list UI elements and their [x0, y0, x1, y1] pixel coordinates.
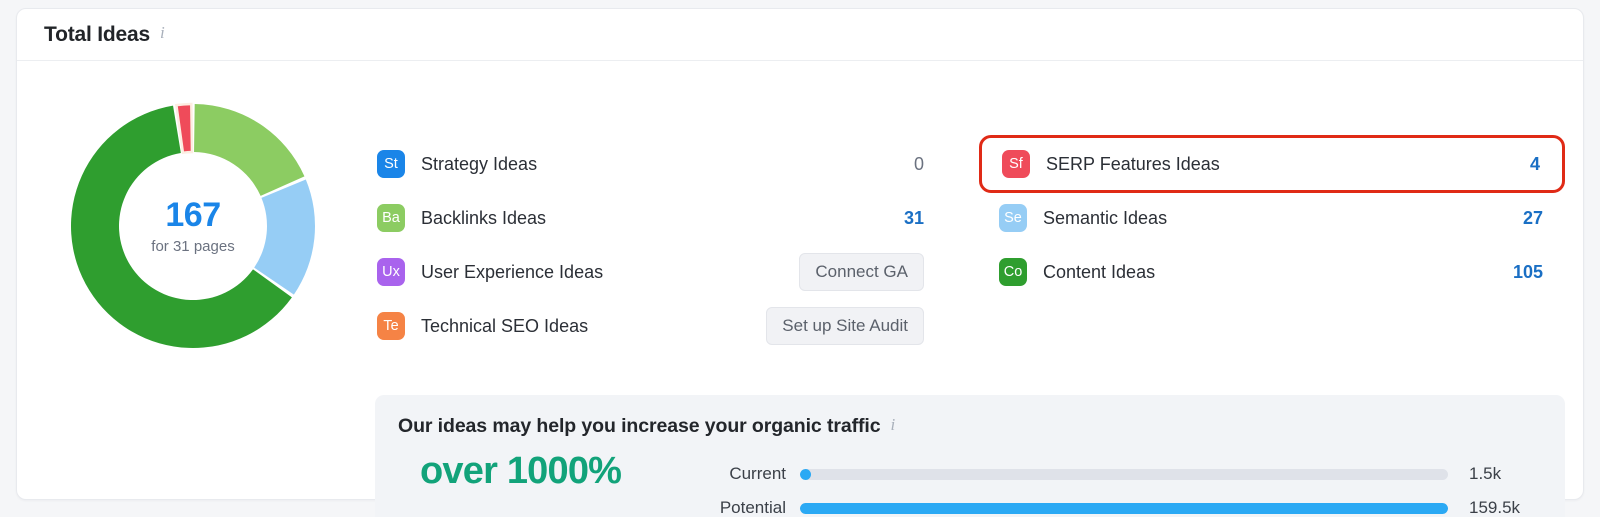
- traffic-bar-track: [800, 469, 1448, 480]
- traffic-bar-value: 159.5k: [1469, 498, 1520, 517]
- idea-label: Backlinks Ideas: [421, 208, 546, 229]
- traffic-bar-fill: [800, 503, 1448, 514]
- page-title: Total Ideas: [44, 23, 150, 47]
- traffic-increase-percent: over 1000%: [398, 450, 698, 494]
- traffic-bars: Current 1.5k Potential 159.5k: [698, 450, 1565, 517]
- traffic-bar-label: Potential: [698, 498, 800, 517]
- idea-badge-icon: Te: [377, 312, 405, 340]
- info-icon[interactable]: i: [160, 24, 165, 41]
- total-ideas-widget: Total Ideas i 167 for 31 pages St Strateg…: [0, 0, 1600, 517]
- idea-badge-icon: Sf: [1002, 150, 1030, 178]
- donut-center-labels: 167 for 31 pages: [58, 91, 328, 361]
- idea-badge-icon: Se: [999, 204, 1027, 232]
- set-up-site-audit-button[interactable]: Set up Site Audit: [766, 307, 924, 345]
- idea-value: 0: [914, 154, 924, 175]
- idea-badge-icon: Ux: [377, 258, 405, 286]
- idea-value[interactable]: 31: [904, 208, 924, 229]
- connect-ga-button[interactable]: Connect GA: [799, 253, 924, 291]
- idea-row[interactable]: Te Technical SEO Ideas Set up Site Audit: [375, 299, 940, 353]
- total-ideas-card: Total Ideas i 167 for 31 pages St Strateg…: [16, 8, 1584, 500]
- traffic-bar-value: 1.5k: [1469, 464, 1501, 484]
- organic-traffic-title: Our ideas may help you increase your org…: [398, 415, 880, 438]
- idea-row[interactable]: Co Content Ideas 105: [979, 245, 1565, 299]
- idea-row[interactable]: Ux User Experience Ideas Connect GA: [375, 245, 940, 299]
- idea-value[interactable]: 4: [1530, 154, 1540, 175]
- idea-label: Technical SEO Ideas: [421, 316, 588, 337]
- donut-total-value: 167: [165, 198, 220, 232]
- idea-row[interactable]: St Strategy Ideas 0: [375, 137, 940, 191]
- organic-traffic-panel: Our ideas may help you increase your org…: [375, 395, 1565, 517]
- idea-label: Strategy Ideas: [421, 154, 537, 175]
- idea-value[interactable]: 27: [1523, 208, 1543, 229]
- idea-label: Content Ideas: [1043, 262, 1155, 283]
- idea-badge-icon: St: [377, 150, 405, 178]
- total-ideas-donut-chart: 167 for 31 pages: [58, 91, 328, 361]
- idea-row[interactable]: Se Semantic Ideas 27: [979, 191, 1565, 245]
- ideas-column-left: St Strategy Ideas 0 Ba Backlinks Ideas 31 Ux Us…: [375, 137, 940, 353]
- info-icon[interactable]: i: [890, 416, 895, 433]
- traffic-bar-row: Potential 159.5k: [698, 491, 1565, 517]
- traffic-bar-row: Current 1.5k: [698, 457, 1565, 491]
- traffic-bar-fill: [800, 469, 811, 480]
- idea-label: SERP Features Ideas: [1046, 154, 1220, 175]
- donut-subtitle: for 31 pages: [151, 238, 234, 255]
- idea-label: Semantic Ideas: [1043, 208, 1167, 229]
- traffic-bar-track: [800, 503, 1448, 514]
- idea-badge-icon: Co: [999, 258, 1027, 286]
- ideas-column-right: Sf SERP Features Ideas 4 Se Semantic Ideas 27…: [979, 137, 1565, 299]
- idea-value[interactable]: 105: [1513, 262, 1543, 283]
- organic-traffic-header: Our ideas may help you increase your org…: [398, 415, 1565, 438]
- idea-row[interactable]: Sf SERP Features Ideas 4: [979, 135, 1565, 193]
- traffic-bar-label: Current: [698, 464, 800, 484]
- card-header: Total Ideas i: [17, 9, 1583, 61]
- card-body: 167 for 31 pages St Strategy Ideas 0 Ba Back…: [17, 61, 1583, 500]
- idea-badge-icon: Ba: [377, 204, 405, 232]
- idea-row[interactable]: Ba Backlinks Ideas 31: [375, 191, 940, 245]
- idea-label: User Experience Ideas: [421, 262, 603, 283]
- organic-traffic-body: over 1000% Current 1.5k Potential 159.5k: [398, 450, 1565, 517]
